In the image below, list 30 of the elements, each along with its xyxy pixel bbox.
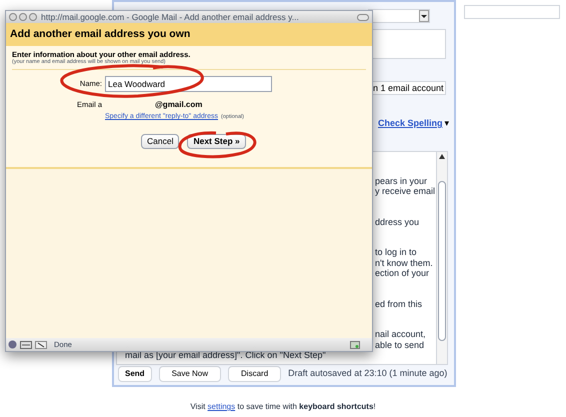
- body-text-line: pears in your: [375, 176, 428, 186]
- name-field[interactable]: Lea Woodward: [105, 76, 272, 92]
- toolbar-toggle-icon[interactable]: [357, 14, 369, 20]
- body-text-line: ection of your: [375, 268, 430, 278]
- compose-button[interactable]: Send: [118, 366, 152, 382]
- body-text-line: mail as [your email address]". Click on "Next Step": [125, 350, 326, 360]
- globe-icon[interactable]: [8, 340, 17, 349]
- settings-link[interactable]: settings: [208, 402, 236, 411]
- spelling-menu-caret[interactable]: ▾: [444, 117, 450, 130]
- scrollbar[interactable]: [436, 152, 447, 364]
- body-text-line: nail account,: [375, 329, 426, 340]
- email-address: @gmail.com: [155, 99, 202, 111]
- body-text-line: y receive email: [375, 186, 436, 196]
- dialog-button[interactable]: Next Step »: [187, 134, 246, 148]
- footer-text: Visit settings to save time with keyboard shortcuts!: [189, 401, 377, 413]
- check-spelling-link[interactable]: Check Spelling: [378, 117, 443, 130]
- compose-button[interactable]: Save Now: [158, 366, 222, 382]
- dialog-button[interactable]: Cancel: [141, 134, 180, 148]
- window-title: http://mail.google.com - Google Mail - Add another email address y...: [41, 10, 299, 24]
- draft-status: Draft autosaved at 23:10 (1 minute ago): [288, 367, 448, 380]
- dialog-header: Add another email address you own: [6, 23, 372, 46]
- body-text-line: ddress you: [375, 216, 420, 227]
- search-field[interactable]: [464, 5, 560, 19]
- body-text-line: ed from this: [375, 298, 422, 309]
- body-text-line: able to send: [375, 340, 424, 350]
- body-text-line: to log in to: [375, 247, 417, 258]
- compose-button[interactable]: Discard: [228, 366, 282, 382]
- scroll-up-arrow-icon[interactable]: [439, 154, 445, 158]
- from-select[interactable]: [368, 9, 430, 23]
- body-text-line: n't know them.: [375, 258, 433, 268]
